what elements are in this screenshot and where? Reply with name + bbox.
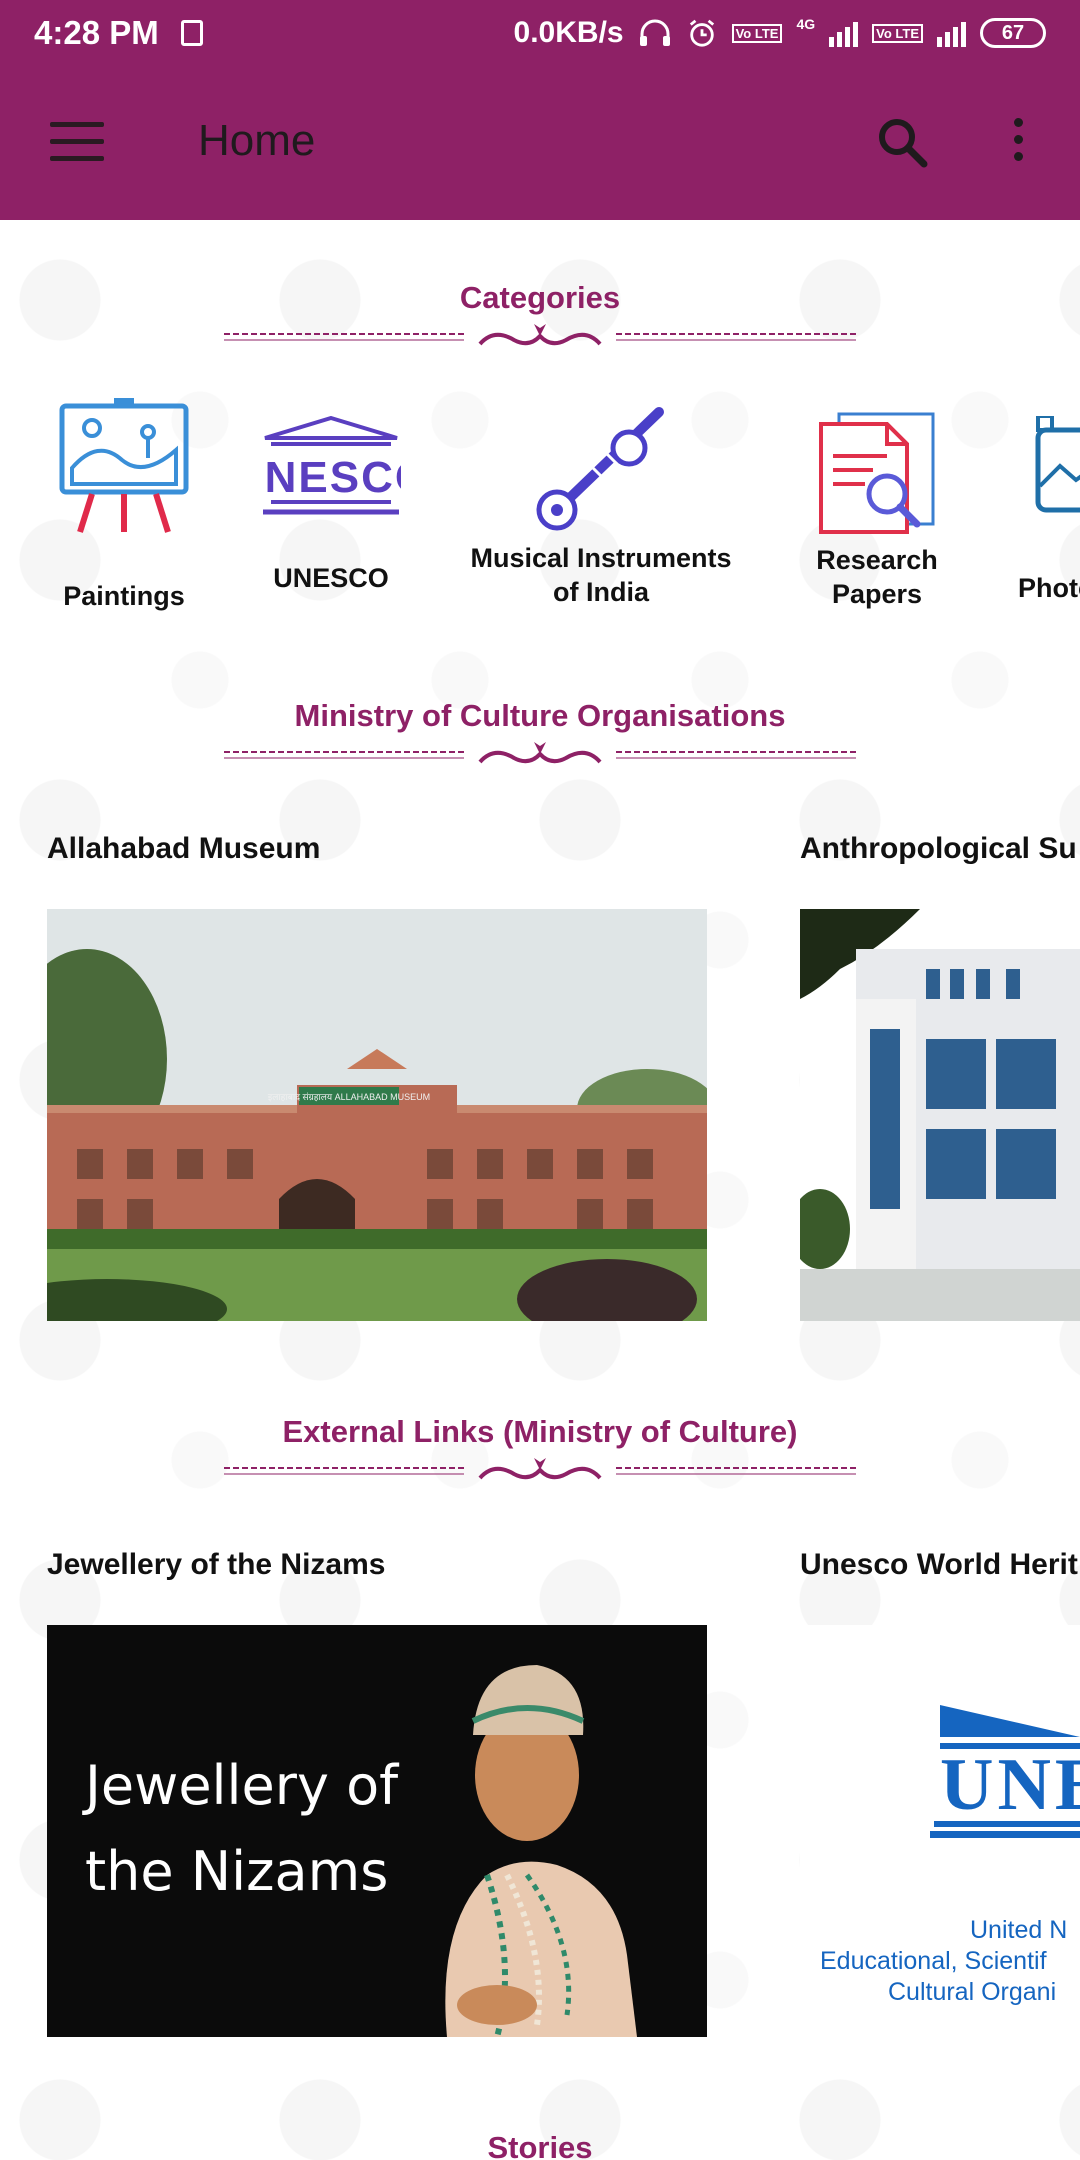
nizam-portrait-illustration [445, 1665, 637, 2037]
alarm-icon [689, 19, 714, 47]
section-title-organisations: Ministry of Culture Organisations [294, 698, 786, 733]
status-right: 0.0KB/s Vo LTE 4G Vo LTE 67 [514, 16, 1046, 50]
category-paintings[interactable]: Paintings [50, 398, 198, 613]
home-content[interactable]: Categories Paintings UNESCO [0, 220, 1080, 2160]
card-title-unesco-world-heritage[interactable]: Unesco World Herit [800, 1548, 1078, 1582]
section-title-external-links: External Links (Ministry of Culture) [282, 1414, 798, 1449]
ornament-divider [224, 324, 856, 346]
network-type: 4G [796, 16, 816, 32]
overlay-line-1: Jewellery of [85, 1754, 399, 1817]
unesco-org-line-1: United N [970, 1916, 1068, 1944]
battery-icon: 67 [980, 18, 1046, 48]
status-bar: 4:28 PM 0.0KB/s Vo LTE 4G Vo LTE 67 [0, 0, 1080, 66]
allahabad-museum-image[interactable]: इलाहाबाद संग्रहालय ALLAHABAD MUSEUM [47, 909, 707, 1321]
unesco-org-line-2: Educational, Scientif [820, 1947, 1047, 1975]
card-title-anthropological-survey[interactable]: Anthropological Su [800, 832, 1077, 866]
ornament-divider [224, 1458, 856, 1480]
category-label: Paintings [63, 581, 185, 611]
app-bar: Home [0, 66, 1080, 220]
unesco-org-name: United N Educational, Scientif Cultural … [800, 1915, 1080, 2008]
overflow-menu-icon[interactable] [1006, 118, 1030, 168]
volte-icon-2: Vo LTE [872, 23, 923, 43]
category-unesco[interactable]: UNESCO UNESCO [231, 415, 429, 595]
page-title: Home [198, 116, 316, 165]
status-time: 4:28 PM [34, 14, 159, 51]
svg-text:UNESCO: UNESCO [261, 453, 401, 502]
section-title-stories: Stories [487, 2130, 593, 2160]
unesco-building-icon: UNESCO [231, 415, 429, 515]
jewellery-nizams-image[interactable]: Jewellery of the Nizams [47, 1625, 707, 2037]
jewellery-overlay-text: Jewellery of the Nizams [85, 1743, 398, 1915]
photo-icon [1035, 414, 1080, 513]
section-title-categories: Categories [459, 280, 621, 315]
easel-painting-icon [59, 398, 189, 533]
category-research-papers[interactable]: Research Papers [800, 410, 954, 611]
museum-sign: इलाहाबाद संग्रहालय ALLAHABAD MUSEUM [268, 1092, 430, 1102]
card-title-allahabad-museum[interactable]: Allahabad Museum [47, 832, 320, 866]
search-icon[interactable] [876, 116, 928, 168]
ornament-divider [224, 742, 856, 764]
volte-icon: Vo LTE [731, 23, 783, 43]
museum-building-illustration: इलाहाबाद संग्रहालय ALLAHABAD MUSEUM [47, 909, 707, 1321]
category-label: UNESCO [273, 563, 389, 593]
overlay-line-2: the Nizams [85, 1840, 389, 1903]
card-title-jewellery-nizams[interactable]: Jewellery of the Nizams [47, 1548, 385, 1582]
category-label-line1: Musical Instruments [470, 543, 732, 573]
unesco-logo-text: UNES [940, 1744, 1080, 1826]
sitar-icon [536, 407, 664, 531]
headphones-icon [639, 19, 670, 46]
signal-icon [829, 19, 859, 47]
category-photo[interactable]: Photo [1010, 414, 1080, 605]
unesco-heritage-image[interactable]: UNES United N Educational, Scientif Cult… [800, 1625, 1080, 2037]
clipboard-icon [180, 20, 203, 46]
category-label-line2: of India [553, 577, 649, 607]
office-building-illustration [800, 909, 1080, 1321]
category-musical-instruments[interactable]: Musical Instruments of India [466, 406, 736, 609]
category-label-line2: Papers [831, 579, 923, 609]
category-label: Photo [1018, 573, 1080, 603]
category-label-line1: Research [816, 545, 938, 575]
document-search-icon [819, 412, 935, 534]
category-label: Research Papers [800, 543, 954, 611]
category-label: Musical Instruments of India [466, 541, 736, 609]
network-speed: 0.0KB/s [513, 16, 624, 49]
unesco-org-line-3: Cultural Organi [888, 1978, 1057, 2006]
signal-icon-2 [937, 19, 966, 47]
anthropological-survey-image[interactable] [800, 909, 1080, 1321]
menu-icon[interactable] [50, 122, 104, 162]
